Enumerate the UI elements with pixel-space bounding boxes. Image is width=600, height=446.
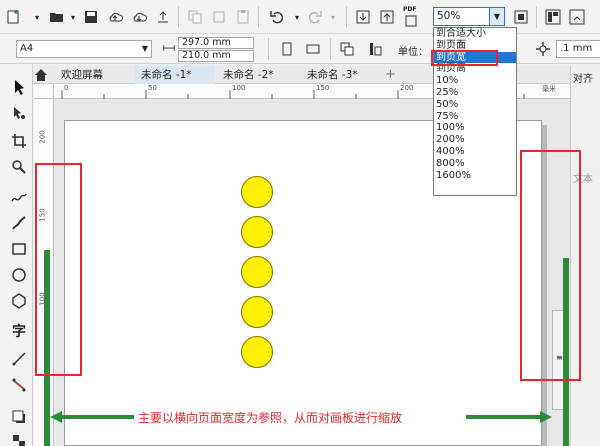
export-file-icon[interactable] bbox=[376, 6, 398, 28]
zoom-option-10[interactable]: 10% bbox=[434, 75, 516, 87]
publish-icon[interactable] bbox=[152, 6, 174, 28]
yellow-circle[interactable] bbox=[241, 296, 273, 328]
zoom-option-fit[interactable]: 到合适大小 bbox=[434, 28, 516, 40]
tab-untitled-2[interactable]: 未命名 -2* bbox=[217, 66, 299, 84]
ruler-label: 50 bbox=[148, 84, 157, 92]
zoom-option-1600[interactable]: 1600% bbox=[434, 170, 516, 182]
home-icon[interactable] bbox=[33, 64, 49, 86]
text-tool-icon[interactable]: 字 bbox=[10, 322, 28, 340]
yellow-circle[interactable] bbox=[241, 176, 273, 208]
save-icon[interactable] bbox=[80, 6, 102, 28]
tab-untitled-3[interactable]: 未命名 -3* bbox=[301, 66, 381, 84]
paste-icon[interactable] bbox=[232, 6, 254, 28]
polygon-tool-icon[interactable] bbox=[10, 292, 28, 310]
add-tab-button[interactable]: + bbox=[379, 66, 399, 84]
zoom-option-400[interactable]: 400% bbox=[434, 146, 516, 158]
add-tab-label: + bbox=[385, 67, 396, 82]
freehand-tool-icon[interactable] bbox=[10, 188, 28, 206]
zoom-option-50[interactable]: 50% bbox=[434, 99, 516, 111]
paper-size-value: A4 bbox=[20, 43, 34, 54]
connector-tool-icon[interactable] bbox=[10, 376, 28, 394]
full-screen-icon[interactable] bbox=[510, 6, 532, 28]
nudge-distance-field[interactable]: .1 mm bbox=[556, 40, 600, 58]
pdf-label: PDF bbox=[403, 6, 417, 13]
import-file-icon[interactable] bbox=[352, 6, 374, 28]
tab-label: 未命名 -2* bbox=[223, 69, 274, 81]
portrait-icon[interactable] bbox=[276, 38, 298, 60]
all-pages-icon[interactable] bbox=[336, 38, 358, 60]
ruler-label: 100 bbox=[232, 84, 246, 92]
undo-icon[interactable] bbox=[266, 6, 288, 28]
selected-option-highlight-box bbox=[431, 50, 498, 66]
page-width-field[interactable]: 297.0 mm bbox=[178, 37, 254, 49]
right-arrow-icon bbox=[466, 411, 552, 423]
page-height-field[interactable]: 210.0 mm bbox=[178, 50, 254, 62]
artistic-media-tool-icon[interactable] bbox=[10, 214, 28, 232]
view-icon[interactable] bbox=[542, 6, 564, 28]
cut-icon[interactable] bbox=[208, 6, 230, 28]
paper-size-dropdown-icon[interactable]: ▼ bbox=[142, 41, 148, 57]
annotation-left-red-box bbox=[35, 163, 82, 376]
left-arrow-icon bbox=[50, 411, 134, 423]
zoom-option-200[interactable]: 200% bbox=[434, 134, 516, 146]
parallel-dimension-tool-icon[interactable] bbox=[10, 350, 28, 368]
tab-label: 欢迎屏幕 bbox=[61, 69, 103, 81]
transparency-tool-icon[interactable] bbox=[10, 432, 28, 446]
annotation-note: 主要以横向页面宽度为参照，从而对画板进行缩放 bbox=[138, 411, 403, 425]
zoom-option-100[interactable]: 100% bbox=[434, 122, 516, 134]
zoom-level-value: 50% bbox=[437, 10, 461, 22]
ruler-origin[interactable] bbox=[34, 84, 54, 99]
tab-welcome-screen[interactable]: 欢迎屏幕 bbox=[55, 66, 133, 84]
ruler-label: 150 bbox=[316, 84, 330, 92]
zoom-tool-icon[interactable] bbox=[10, 158, 28, 176]
redo-dropdown-icon[interactable]: ▾ bbox=[322, 6, 344, 28]
page-width-value: 297.0 mm bbox=[182, 37, 231, 48]
rectangle-tool-icon[interactable] bbox=[10, 240, 28, 258]
tab-untitled-1[interactable]: 未命名 -1* bbox=[135, 66, 215, 84]
paper-size-combo[interactable]: A4 ▼ bbox=[16, 40, 152, 58]
ellipse-tool-icon[interactable] bbox=[10, 266, 28, 284]
new-document-icon[interactable] bbox=[2, 6, 24, 28]
page-height-value: 210.0 mm bbox=[182, 50, 231, 61]
tab-label: 未命名 -3* bbox=[307, 69, 358, 81]
yellow-circle[interactable] bbox=[241, 336, 273, 368]
cloud-download-icon[interactable] bbox=[128, 6, 150, 28]
zoom-dropdown-arrow-icon[interactable]: ▼ bbox=[489, 8, 504, 25]
yellow-circle[interactable] bbox=[241, 256, 273, 288]
shape-tool-icon[interactable] bbox=[10, 104, 28, 122]
current-page-icon[interactable] bbox=[364, 38, 386, 60]
width-icon bbox=[162, 37, 176, 59]
snap-icon[interactable] bbox=[566, 6, 588, 28]
landscape-icon[interactable] bbox=[302, 38, 324, 60]
copy-icon[interactable] bbox=[184, 6, 206, 28]
zoom-level-combo[interactable]: 50% ▼ bbox=[433, 7, 505, 26]
publish-pdf-icon[interactable]: PDF bbox=[400, 6, 422, 28]
ruler-unit-label: 毫米 bbox=[542, 85, 556, 93]
docker-title: 对齐 bbox=[573, 74, 593, 85]
annotation-right-red-box bbox=[520, 150, 581, 381]
zoom-option-75[interactable]: 75% bbox=[434, 111, 516, 123]
new-document-dropdown-icon[interactable]: ▾ bbox=[26, 6, 48, 28]
crop-tool-icon[interactable] bbox=[10, 132, 28, 150]
pick-tool-icon[interactable] bbox=[10, 78, 28, 96]
ruler-label: 200 bbox=[38, 130, 47, 144]
nudge-distance-value: .1 mm bbox=[560, 43, 593, 54]
tab-label: 未命名 -1* bbox=[141, 69, 192, 81]
units-label: 单位： bbox=[398, 47, 428, 58]
drop-shadow-tool-icon[interactable] bbox=[10, 408, 28, 426]
cloud-upload-icon[interactable] bbox=[104, 6, 126, 28]
zoom-option-25[interactable]: 25% bbox=[434, 87, 516, 99]
yellow-circle[interactable] bbox=[241, 216, 273, 248]
nudge-icon bbox=[532, 38, 554, 60]
ruler-label: 200 bbox=[400, 84, 414, 92]
zoom-option-800[interactable]: 800% bbox=[434, 158, 516, 170]
ruler-label: 0 bbox=[64, 84, 69, 92]
toolbox: 字 bbox=[0, 64, 33, 446]
